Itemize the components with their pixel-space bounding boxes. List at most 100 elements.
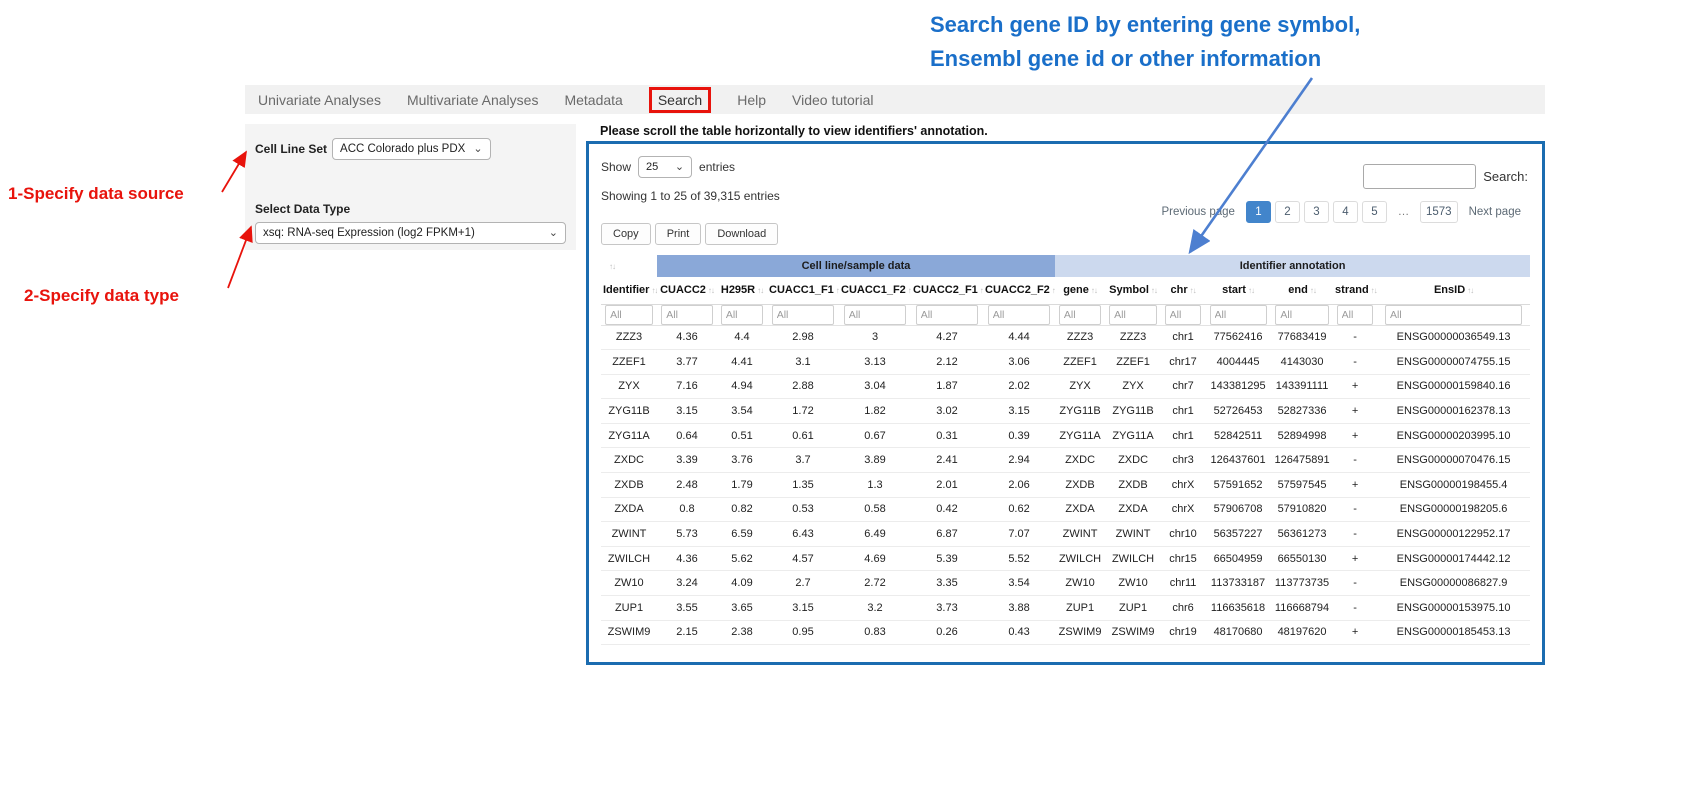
sort-icon[interactable]: ↑↓ (980, 286, 983, 295)
download-button[interactable]: Download (705, 223, 778, 245)
search-input[interactable] (1363, 164, 1476, 189)
sort-icon[interactable]: ↑↓ (757, 286, 763, 295)
page-button-1[interactable]: 1 (1246, 201, 1271, 223)
column-header-strand[interactable]: strand↑↓ (1333, 277, 1377, 304)
sort-icon[interactable]: ↑↓ (1310, 286, 1316, 295)
filter-input-end[interactable] (1275, 305, 1328, 325)
sort-icon[interactable]: ↑↓ (1248, 286, 1254, 295)
cell-cuacc2-f2: 3.15 (983, 399, 1055, 424)
filter-input-symbol[interactable] (1109, 305, 1157, 325)
filter-input-ensid[interactable] (1385, 305, 1522, 325)
sort-icon[interactable]: ↑↓ (1052, 286, 1055, 295)
page-length-select[interactable]: 25 ⌄ (638, 156, 692, 178)
nav-item-video-tutorial[interactable]: Video tutorial (792, 92, 873, 108)
table-row[interactable]: ZXDC3.393.763.73.892.412.94ZXDCZXDCchr31… (601, 448, 1530, 473)
table-row[interactable]: ZZEF13.774.413.13.132.123.06ZZEF1ZZEF1ch… (601, 350, 1530, 375)
cell-start: 116635618 (1205, 596, 1271, 621)
sort-icon[interactable]: ↑↓ (1371, 286, 1377, 295)
cell-start: 143381295 (1205, 374, 1271, 399)
cell-cuacc2: 2.15 (657, 620, 717, 645)
filter-input-start[interactable] (1210, 305, 1267, 325)
filter-input-chr[interactable] (1165, 305, 1202, 325)
nav-item-metadata[interactable]: Metadata (564, 92, 622, 108)
filter-input-cuacc1-f2[interactable] (844, 305, 907, 325)
column-header-end[interactable]: end↑↓ (1271, 277, 1333, 304)
column-header-chr[interactable]: chr↑↓ (1161, 277, 1205, 304)
cell-identifier: ZWILCH (601, 546, 657, 571)
page-button-3[interactable]: 3 (1304, 201, 1329, 223)
filter-input-strand[interactable] (1337, 305, 1374, 325)
column-header-cuacc1-f1[interactable]: CUACC1_F1↑↓ (767, 277, 839, 304)
filter-input-cuacc1-f1[interactable] (772, 305, 835, 325)
column-header-cuacc2[interactable]: CUACC2↑↓ (657, 277, 717, 304)
cell-h295r: 3.54 (717, 399, 767, 424)
column-label: CUACC2 (660, 284, 706, 296)
print-button[interactable]: Print (655, 223, 702, 245)
sort-icon[interactable]: ↑↓ (1190, 286, 1196, 295)
sort-icon[interactable]: ↑↓ (836, 286, 839, 295)
page-button-4[interactable]: 4 (1333, 201, 1358, 223)
cell-start: 56357227 (1205, 522, 1271, 547)
nav-item-help[interactable]: Help (737, 92, 766, 108)
cell-cuacc2: 7.16 (657, 374, 717, 399)
sort-icon[interactable]: ↑↓ (708, 286, 714, 295)
sort-icon[interactable]: ↑↓ (609, 262, 615, 271)
copy-button[interactable]: Copy (601, 223, 651, 245)
table-row[interactable]: ZUP13.553.653.153.23.733.88ZUP1ZUP1chr61… (601, 596, 1530, 621)
previous-page-button[interactable]: Previous page (1154, 201, 1242, 223)
cell-chr: chr1 (1161, 325, 1205, 350)
column-header-start[interactable]: start↑↓ (1205, 277, 1271, 304)
annotation-search-note-line1: Search gene ID by entering gene symbol, (930, 8, 1360, 42)
cell-strand: + (1333, 473, 1377, 498)
column-header-ensid[interactable]: EnsID↑↓ (1377, 277, 1530, 304)
filter-input-gene[interactable] (1059, 305, 1101, 325)
table-row[interactable]: ZWINT5.736.596.436.496.877.07ZWINTZWINTc… (601, 522, 1530, 547)
nav-item-multivariate-analyses[interactable]: Multivariate Analyses (407, 92, 539, 108)
page-button-1573[interactable]: 1573 (1420, 201, 1458, 223)
column-header-identifier[interactable]: Identifier↑↓ (601, 277, 657, 304)
filter-input-cuacc2[interactable] (661, 305, 713, 325)
table-row[interactable]: ZWILCH4.365.624.574.695.395.52ZWILCHZWIL… (601, 546, 1530, 571)
table-row[interactable]: ZXDB2.481.791.351.32.012.06ZXDBZXDBchrX5… (601, 473, 1530, 498)
cell-cuacc1-f1: 6.43 (767, 522, 839, 547)
column-label: start (1222, 284, 1246, 296)
cell-h295r: 4.94 (717, 374, 767, 399)
sort-icon[interactable]: ↑↓ (1091, 286, 1097, 295)
column-header-h295r[interactable]: H295R↑↓ (717, 277, 767, 304)
cell-cuacc2-f2: 7.07 (983, 522, 1055, 547)
page-button-2[interactable]: 2 (1275, 201, 1300, 223)
filter-input-identifier[interactable] (605, 305, 653, 325)
cell-cuacc1-f1: 0.53 (767, 497, 839, 522)
sort-icon[interactable]: ↑↓ (1467, 286, 1473, 295)
filter-input-cuacc2-f1[interactable] (916, 305, 979, 325)
sort-icon[interactable]: ↑↓ (908, 286, 911, 295)
table-row[interactable]: ZXDA0.80.820.530.580.420.62ZXDAZXDAchrX5… (601, 497, 1530, 522)
column-header-cuacc2-f2[interactable]: CUACC2_F2↑↓ (983, 277, 1055, 304)
nav-item-univariate-analyses[interactable]: Univariate Analyses (258, 92, 381, 108)
filter-input-h295r[interactable] (721, 305, 763, 325)
cell-identifier: ZW10 (601, 571, 657, 596)
table-row[interactable]: ZZZ34.364.42.9834.274.44ZZZ3ZZZ3chr17756… (601, 325, 1530, 350)
column-header-gene[interactable]: gene↑↓ (1055, 277, 1105, 304)
column-header-symbol[interactable]: Symbol↑↓ (1105, 277, 1161, 304)
cell-chr: chr11 (1161, 571, 1205, 596)
column-header-cuacc1-f2[interactable]: CUACC1_F2↑↓ (839, 277, 911, 304)
next-page-button[interactable]: Next page (1462, 201, 1528, 223)
nav-item-search[interactable]: Search (649, 87, 711, 113)
page-button-5[interactable]: 5 (1362, 201, 1387, 223)
cell-line-set-label: Cell Line Set (255, 142, 327, 156)
data-type-select[interactable]: xsq: RNA-seq Expression (log2 FPKM+1) ⌄ (255, 222, 566, 244)
cell-line-set-select[interactable]: ACC Colorado plus PDX ⌄ (332, 138, 491, 160)
cell-identifier: ZXDB (601, 473, 657, 498)
table-row[interactable]: ZSWIM92.152.380.950.830.260.43ZSWIM9ZSWI… (601, 620, 1530, 645)
table-row[interactable]: ZYX7.164.942.883.041.872.02ZYXZYXchr7143… (601, 374, 1530, 399)
table-row[interactable]: ZYG11B3.153.541.721.823.023.15ZYG11BZYG1… (601, 399, 1530, 424)
cell-cuacc1-f2: 3.04 (839, 374, 911, 399)
sort-icon[interactable]: ↑↓ (651, 286, 657, 295)
table-row[interactable]: ZW103.244.092.72.723.353.54ZW10ZW10chr11… (601, 571, 1530, 596)
table-row[interactable]: ZYG11A0.640.510.610.670.310.39ZYG11AZYG1… (601, 423, 1530, 448)
sort-icon[interactable]: ↑↓ (1151, 286, 1157, 295)
column-header-cuacc2-f1[interactable]: CUACC2_F1↑↓ (911, 277, 983, 304)
filter-input-cuacc2-f2[interactable] (988, 305, 1051, 325)
cell-symbol: ZSWIM9 (1105, 620, 1161, 645)
